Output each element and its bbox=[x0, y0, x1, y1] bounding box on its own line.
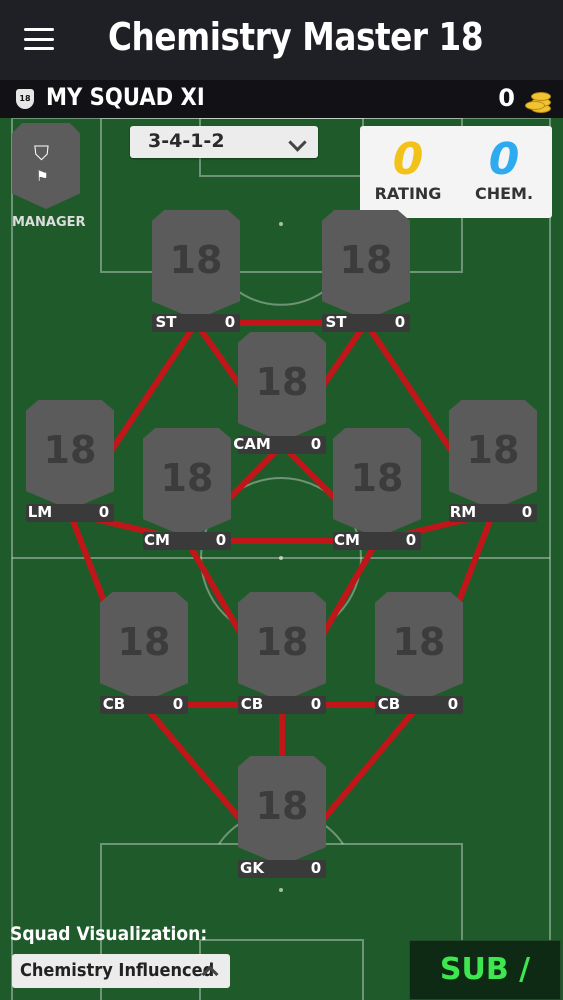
player-card-cm2[interactable]: 18 CM 0 bbox=[333, 428, 421, 550]
pitch: ⛉ ⚑ MANAGER 3-4-1-2 0 RATING 0 CHEM. 18 … bbox=[0, 118, 563, 1000]
squad-bar: 18 MY SQUAD XI 0 bbox=[0, 80, 563, 118]
app-header: Chemistry Master 18 bbox=[0, 0, 563, 80]
player-card-cam[interactable]: 18 CAM 0 bbox=[233, 332, 326, 454]
coin-count: 0 bbox=[498, 84, 515, 112]
player-card-cb3[interactable]: 18 CB 0 bbox=[375, 592, 463, 714]
player-rating: 18 bbox=[255, 620, 309, 664]
player-chemistry: 0 bbox=[521, 503, 533, 521]
player-card-gk[interactable]: 18 GK 0 bbox=[238, 756, 326, 878]
player-position: ST bbox=[325, 313, 347, 331]
player-rating: 18 bbox=[392, 620, 446, 664]
player-rating: 18 bbox=[339, 238, 393, 282]
player-position: LM bbox=[27, 503, 53, 521]
player-rating: 18 bbox=[117, 620, 171, 664]
player-position: ST bbox=[155, 313, 177, 331]
player-position: GK bbox=[240, 859, 264, 877]
player-chemistry: 0 bbox=[172, 695, 184, 713]
player-chemistry: 0 bbox=[224, 313, 236, 331]
manager-card[interactable]: ⛉ ⚑ bbox=[12, 123, 80, 209]
stats-panel: 0 RATING 0 CHEM. bbox=[360, 126, 552, 218]
flag-icon: ⚑ bbox=[36, 169, 49, 185]
formation-dropdown[interactable]: 3-4-1-2 bbox=[130, 126, 318, 158]
player-chemistry: 0 bbox=[310, 435, 322, 453]
player-position: CM bbox=[144, 531, 170, 549]
player-card-lm[interactable]: 18 LM 0 bbox=[26, 400, 114, 522]
squad-badge-icon: 18 bbox=[16, 89, 34, 109]
manager-badge-icon: ⛉ bbox=[34, 141, 49, 165]
player-position: CM bbox=[334, 531, 360, 549]
player-chemistry: 0 bbox=[215, 531, 227, 549]
squad-title: MY SQUAD XI bbox=[46, 83, 205, 111]
visualization-dropdown[interactable]: Chemistry Influenced bbox=[12, 954, 230, 988]
player-position: CB bbox=[102, 695, 126, 713]
player-rating: 18 bbox=[255, 360, 309, 404]
player-position: CAM bbox=[233, 435, 271, 453]
rating-stat: 0 RATING bbox=[360, 126, 456, 218]
player-card-cb2[interactable]: 18 CB 0 bbox=[238, 592, 326, 714]
sub-res-button[interactable]: SUB / RES bbox=[409, 940, 561, 1000]
player-card-cm1[interactable]: 18 CM 0 bbox=[143, 428, 231, 550]
player-chemistry: 0 bbox=[310, 695, 322, 713]
player-chemistry: 0 bbox=[310, 859, 322, 877]
player-rating: 18 bbox=[350, 456, 404, 500]
player-rating: 18 bbox=[43, 428, 97, 472]
chemistry-label: CHEM. bbox=[474, 184, 534, 203]
menu-icon[interactable] bbox=[24, 28, 54, 50]
player-card-rm[interactable]: 18 RM 0 bbox=[449, 400, 537, 522]
coins-icon bbox=[525, 87, 551, 113]
player-chemistry: 0 bbox=[447, 695, 459, 713]
player-rating: 18 bbox=[169, 238, 223, 282]
player-chemistry: 0 bbox=[98, 503, 110, 521]
app-title: Chemistry Master 18 bbox=[108, 15, 484, 59]
player-card-st1[interactable]: 18 ST 0 bbox=[152, 210, 240, 332]
chemistry-value: 0 bbox=[488, 134, 520, 185]
player-card-cb1[interactable]: 18 CB 0 bbox=[100, 592, 188, 714]
rating-label: RATING bbox=[374, 184, 442, 203]
rating-value: 0 bbox=[392, 134, 424, 185]
chemistry-stat: 0 CHEM. bbox=[456, 126, 552, 218]
player-chemistry: 0 bbox=[405, 531, 417, 549]
player-card-st2[interactable]: 18 ST 0 bbox=[322, 210, 410, 332]
visualization-value: Chemistry Influenced bbox=[20, 960, 215, 981]
visualization-label: Squad Visualization: bbox=[10, 923, 208, 945]
player-position: CB bbox=[240, 695, 264, 713]
player-rating: 18 bbox=[255, 784, 309, 828]
manager-label: MANAGER bbox=[12, 215, 86, 230]
chevron-down-icon bbox=[288, 133, 307, 152]
player-rating: 18 bbox=[160, 456, 214, 500]
player-position: CB bbox=[377, 695, 401, 713]
formation-value: 3-4-1-2 bbox=[148, 130, 225, 152]
player-chemistry: 0 bbox=[394, 313, 406, 331]
manager-slot[interactable]: ⛉ ⚑ MANAGER bbox=[12, 123, 86, 230]
player-rating: 18 bbox=[466, 428, 520, 472]
player-position: RM bbox=[449, 503, 477, 521]
